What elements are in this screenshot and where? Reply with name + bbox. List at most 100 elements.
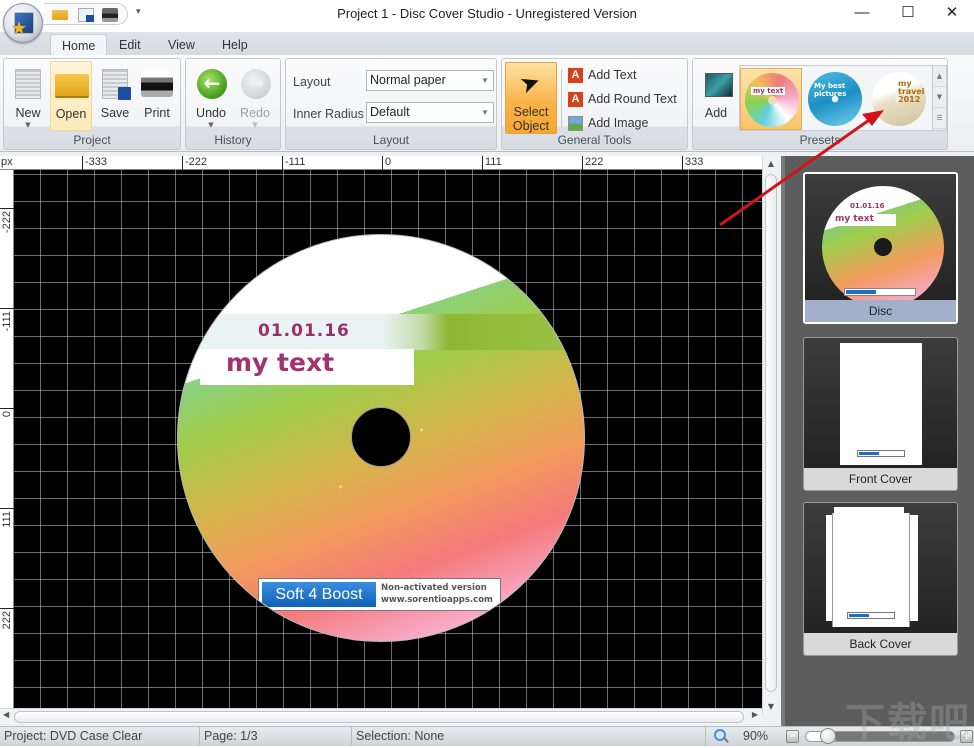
round-text-icon: A [568, 92, 583, 107]
ruler-tick: -333 [82, 156, 107, 170]
page-label: Back Cover [804, 633, 957, 655]
layout-select-value: Normal paper [370, 73, 446, 87]
zoom-level: 90% [743, 729, 769, 743]
group-layout: Layout Normal paper ▼ Inner Radius Defau… [285, 58, 497, 150]
ruler-tick: 111 [482, 156, 502, 170]
maximize-button[interactable]: ☐ [886, 2, 930, 26]
ruler-tick: 0 [0, 408, 14, 438]
disc-center-hole [351, 407, 411, 467]
app-menu-button[interactable]: ★ [3, 3, 43, 43]
soft4boost-logo: Soft 4 Boost [262, 582, 376, 607]
tab-home[interactable]: Home [50, 34, 108, 56]
scroll-thumb[interactable] [14, 711, 744, 723]
preview-title: my text [832, 214, 896, 226]
inner-radius-select-value: Default [370, 105, 410, 119]
preview-watermark [857, 450, 905, 457]
group-label-history: History [214, 133, 252, 147]
group-project: New ▼ Open Save Print Project [3, 58, 181, 150]
new-button[interactable]: New ▼ [7, 61, 49, 131]
pages-panel: 01.01.16 my text Disc Front Cover Back C… [781, 156, 974, 726]
page-thumb-back-cover[interactable]: Back Cover [803, 502, 958, 656]
preset-text: My best pictures [814, 82, 847, 98]
chevron-down-icon: ▼ [481, 76, 489, 85]
scroll-right-icon[interactable]: ▶ [752, 710, 758, 719]
divider [561, 69, 562, 127]
redo-button[interactable]: Redo ▼ [234, 61, 276, 131]
undo-button[interactable]: Undo ▼ [190, 61, 232, 131]
disc-title-text[interactable]: my text [226, 348, 334, 377]
save-icon [102, 69, 131, 100]
preset-thumbnail: my travel 2012 [872, 72, 926, 126]
tab-help[interactable]: Help [211, 34, 259, 56]
ruler-tick: 0 [382, 156, 391, 170]
redo-label: Redo [240, 106, 270, 120]
print-button[interactable]: Print [136, 61, 178, 131]
scroll-down-icon[interactable]: ▼ [933, 87, 946, 108]
inner-radius-select[interactable]: Default ▼ [366, 102, 494, 123]
select-object-button[interactable]: ➤ Select Object [505, 62, 557, 134]
zoom-slider-handle[interactable] [820, 728, 836, 744]
add-text-label: Add Text [588, 68, 637, 82]
ribbon-tabs: Home Edit View Help [0, 32, 974, 56]
horizontal-scrollbar[interactable]: ◀ ▶ [0, 708, 762, 724]
preview-hole [874, 238, 892, 256]
group-label-project: Project [73, 133, 111, 147]
undo-dropdown-arrow-icon[interactable]: ▼ [190, 121, 232, 129]
printer-icon [141, 71, 173, 97]
presets-scroll: ▲ ▼ ☰ [932, 66, 946, 130]
preset-text: my travel 2012 [898, 79, 925, 104]
add-round-text-label: Add Round Text [588, 92, 677, 106]
scroll-up-icon[interactable]: ▲ [933, 66, 946, 87]
page-thumb-disc[interactable]: 01.01.16 my text Disc [803, 172, 958, 324]
group-label-presets: Presets [799, 133, 841, 147]
disc-date-text[interactable]: 01.01.16 [258, 321, 350, 341]
workspace: px -333 -222 -111 0 111 222 333 -222 -11… [0, 152, 974, 726]
disc-label-design[interactable]: 01.01.16 my text Soft 4 Boost Non-activa… [177, 234, 585, 642]
scroll-down-icon[interactable]: ▼ [763, 702, 779, 711]
print-label: Print [144, 106, 170, 120]
preset-blue-disc[interactable]: My best pictures [804, 68, 866, 130]
zoom-out-button[interactable]: – [786, 730, 799, 743]
disc-header-band [178, 314, 584, 350]
scroll-thumb[interactable] [765, 174, 777, 692]
new-dropdown-arrow-icon[interactable]: ▼ [7, 121, 49, 129]
open-button[interactable]: Open [50, 61, 92, 131]
new-document-icon [15, 69, 41, 99]
page-thumb-front-cover[interactable]: Front Cover [803, 337, 958, 491]
expand-gallery-icon[interactable]: ☰ [933, 108, 946, 129]
redo-dropdown-arrow-icon[interactable]: ▼ [234, 121, 276, 129]
minimize-button[interactable]: — [840, 2, 884, 26]
preset-travel-disc[interactable]: my travel 2012 [868, 68, 930, 130]
preset-thumbnail: My best pictures [808, 72, 862, 126]
save-button[interactable]: Save [94, 61, 136, 131]
group-label-general-tools: General Tools [557, 133, 632, 147]
watermark-line-2: www.sorentioapps.com [381, 595, 493, 605]
add-preset-button[interactable]: Add [695, 61, 737, 131]
redo-arrow-icon [241, 69, 271, 99]
tab-edit[interactable]: Edit [108, 34, 152, 56]
scroll-left-icon[interactable]: ◀ [3, 710, 9, 719]
image-icon [568, 116, 583, 131]
vertical-scrollbar[interactable]: ▲ ▼ [762, 156, 778, 714]
ruler-tick: 111 [0, 508, 14, 538]
magnifier-icon [714, 729, 728, 743]
open-label: Open [55, 107, 87, 121]
close-button[interactable]: ✕ [930, 2, 974, 26]
title-bar: ★ ▾ Project 1 - Disc Cover Studio - Unre… [0, 0, 974, 43]
preset-rainbow-disc[interactable]: my text [740, 68, 802, 130]
design-canvas[interactable]: 01.01.16 my text Soft 4 Boost Non-activa… [14, 170, 762, 714]
new-label: New [15, 106, 41, 120]
zoom-in-button[interactable]: + [960, 730, 973, 743]
preset-text: my text [751, 87, 786, 95]
tab-view[interactable]: View [157, 34, 206, 56]
layout-select[interactable]: Normal paper ▼ [366, 70, 494, 91]
status-project: Project: DVD Case Clear [0, 727, 200, 746]
group-general-tools: ➤ Select Object A Add Text A Add Round T… [501, 58, 688, 150]
add-preset-label: Add [704, 106, 728, 120]
disc-preview: 01.01.16 my text [822, 186, 944, 308]
inner-radius-label: Inner Radius [293, 107, 364, 121]
add-text-button[interactable]: A Add Text [566, 65, 636, 85]
add-round-text-button[interactable]: A Add Round Text [566, 89, 677, 109]
scroll-up-icon[interactable]: ▲ [763, 159, 779, 168]
add-image-button[interactable]: Add Image [566, 113, 648, 133]
